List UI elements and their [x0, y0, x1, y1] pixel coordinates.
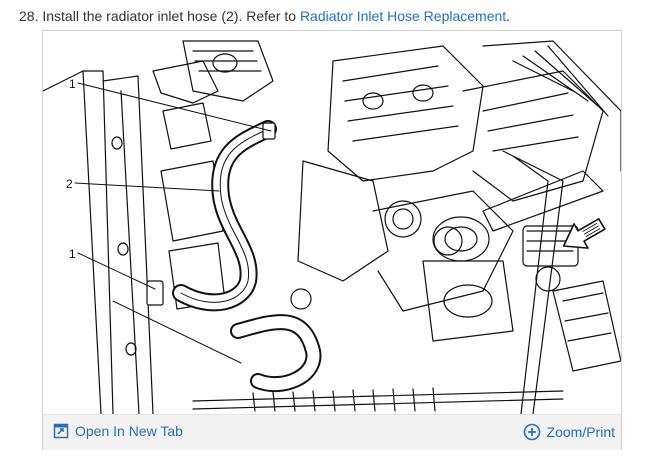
strut-brace — [482, 150, 604, 414]
figure-footer: Open In New Tab Zoom/Print — [43, 414, 621, 450]
step-end: . — [506, 8, 511, 24]
left-fender — [43, 60, 226, 414]
engine-bay-illustration: 1 2 1 — [43, 40, 621, 414]
callout-1-top: 1 — [69, 77, 76, 91]
radiator-inlet-hose-replacement-link[interactable]: Radiator Inlet Hose Replacement — [300, 8, 506, 24]
zoom-print-label: Zoom/Print — [546, 424, 615, 440]
air-intake — [182, 40, 274, 102]
open-in-new-tab-label: Open In New Tab — [75, 423, 183, 439]
step-number: 28. — [19, 8, 39, 24]
callout-1-bottom: 1 — [69, 247, 76, 261]
open-new-tab-icon — [53, 423, 69, 439]
step-instruction: 28. Install the radiator inlet hose (2).… — [19, 8, 510, 24]
radiator-inlet-hose — [146, 120, 277, 312]
callout-2: 2 — [66, 177, 73, 191]
zoom-plus-icon — [523, 423, 541, 441]
step-text: Install the radiator inlet hose (2). Ref… — [38, 8, 300, 24]
coolant-reservoir — [422, 216, 514, 342]
figure-panel: 1 2 1 Open In New Tab Zoom/Print — [42, 30, 622, 450]
bottom-grille — [192, 387, 564, 412]
open-in-new-tab-button[interactable]: Open In New Tab — [53, 423, 183, 439]
lower-hose — [230, 288, 322, 393]
right-fender — [482, 40, 621, 372]
zoom-print-button[interactable]: Zoom/Print — [523, 423, 615, 441]
